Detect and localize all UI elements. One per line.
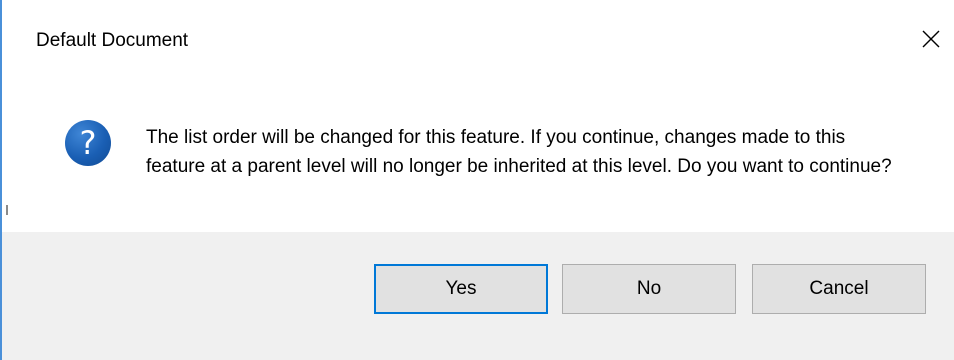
no-button[interactable]: No (562, 264, 736, 314)
left-edge-mark (6, 205, 8, 215)
yes-button[interactable]: Yes (374, 264, 548, 314)
close-button[interactable] (908, 20, 954, 58)
close-icon (922, 30, 940, 48)
question-icon: ? (65, 120, 111, 166)
question-glyph: ? (79, 124, 97, 162)
cancel-button[interactable]: Cancel (752, 264, 926, 314)
message-dialog: Default Document ? The list order will b… (0, 0, 954, 360)
dialog-title: Default Document (36, 30, 189, 51)
dialog-message: The list order will be changed for this … (146, 127, 892, 177)
